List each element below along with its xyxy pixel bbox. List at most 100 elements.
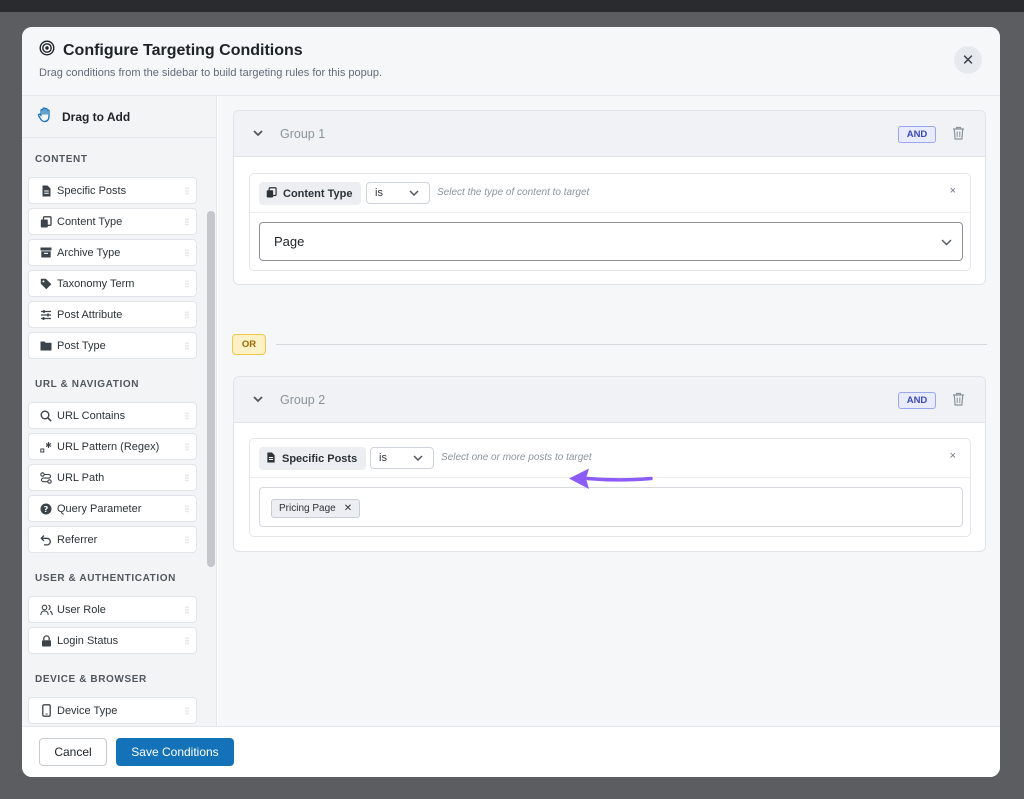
close-icon: ✕: [961, 52, 975, 69]
condition-taxonomy-term[interactable]: Taxonomy Term: [28, 270, 197, 297]
condition-label: Specific Posts: [57, 184, 127, 197]
condition-label: Post Attribute: [57, 308, 123, 321]
condition-referrer[interactable]: Referrer: [28, 526, 197, 553]
condition-label: URL Contains: [57, 409, 126, 422]
save-conditions-button[interactable]: Save Conditions: [116, 738, 234, 766]
trash-icon[interactable]: [952, 126, 965, 145]
operator-value: is: [379, 452, 387, 464]
condition-query-parameter[interactable]: ? Query Parameter: [28, 495, 197, 522]
cancel-button[interactable]: Cancel: [39, 738, 107, 766]
drag-handle-icon[interactable]: [185, 412, 189, 420]
content-type-select[interactable]: Page: [259, 222, 963, 261]
modal-footer: Cancel Save Conditions: [22, 726, 1000, 777]
undo-icon: [38, 534, 54, 546]
arrow-annotation-icon: [569, 468, 653, 489]
condition-type-label: Content Type: [283, 187, 353, 200]
regex-icon: [38, 441, 54, 453]
or-separator: OR: [232, 334, 987, 355]
users-icon: [38, 604, 54, 616]
conditions-sidebar: Drag to Add CONTENT Specific Posts Conte…: [22, 96, 217, 726]
drag-handle-icon[interactable]: [185, 474, 189, 482]
condition-device-type[interactable]: Device Type: [28, 697, 197, 724]
or-badge: OR: [232, 334, 266, 355]
trash-icon[interactable]: [952, 392, 965, 411]
selected-post-tag: Pricing Page ✕: [271, 499, 361, 518]
condition-group-1: Group 1 AND Content Type is Select the t…: [233, 110, 986, 285]
drag-handle-icon[interactable]: [185, 249, 189, 257]
drag-handle-icon[interactable]: [185, 443, 189, 451]
condition-url-contains[interactable]: URL Contains: [28, 402, 197, 429]
condition-label: Taxonomy Term: [57, 277, 135, 290]
condition-hint: Select the type of content to target: [437, 187, 590, 198]
drag-handle-icon[interactable]: [185, 187, 189, 195]
condition-group-2: Group 2 AND Specific Posts is Select one…: [233, 376, 986, 552]
drag-handle-icon[interactable]: [185, 707, 189, 715]
drag-handle-icon[interactable]: [185, 311, 189, 319]
targeting-modal: Configure Targeting Conditions Drag cond…: [22, 27, 1000, 777]
drag-handle-icon[interactable]: [185, 342, 189, 350]
remove-condition-button[interactable]: ×: [950, 450, 956, 462]
condition-label: Referrer: [57, 533, 98, 546]
section-url-label: URL & NAVIGATION: [35, 379, 140, 390]
remove-condition-button[interactable]: ×: [950, 185, 956, 197]
tag-label: Pricing Page: [279, 503, 336, 514]
condition-label: Archive Type: [57, 246, 121, 259]
modal-title: Configure Targeting Conditions: [63, 41, 303, 59]
condition-url-pattern[interactable]: URL Pattern (Regex): [28, 433, 197, 460]
drag-handle-icon[interactable]: [185, 280, 189, 288]
condition-url-path[interactable]: URL Path: [28, 464, 197, 491]
condition-specific-posts[interactable]: Specific Posts: [28, 177, 197, 204]
condition-content-type[interactable]: Content Type: [28, 208, 197, 235]
section-user-label: USER & AUTHENTICATION: [35, 573, 176, 584]
condition-post-type[interactable]: Post Type: [28, 332, 197, 359]
archive-icon: [38, 247, 54, 258]
and-logic-badge[interactable]: AND: [898, 126, 936, 143]
and-logic-badge[interactable]: AND: [898, 392, 936, 409]
modal-header: Configure Targeting Conditions Drag cond…: [22, 27, 1000, 96]
condition-row: Content Type is Select the type of conte…: [250, 174, 970, 213]
chevron-down-icon: [413, 455, 423, 462]
hand-icon: [36, 106, 54, 127]
chevron-down-icon[interactable]: [252, 392, 264, 410]
chevron-down-icon: [941, 239, 952, 246]
operator-value: is: [375, 187, 383, 199]
section-content-label: CONTENT: [35, 154, 88, 165]
condition-user-role[interactable]: User Role: [28, 596, 197, 623]
condition-label: Query Parameter: [57, 502, 142, 515]
condition-label: URL Path: [57, 471, 105, 484]
operator-select[interactable]: is: [366, 182, 430, 204]
condition-label: URL Pattern (Regex): [57, 440, 160, 453]
operator-select[interactable]: is: [370, 447, 434, 469]
condition-archive-type[interactable]: Archive Type: [28, 239, 197, 266]
condition-label: User Role: [57, 603, 106, 616]
drag-handle-icon[interactable]: [185, 505, 189, 513]
section-device-label: DEVICE & BROWSER: [35, 674, 147, 685]
drag-handle-icon[interactable]: [185, 536, 189, 544]
background-strip: [0, 0, 1024, 12]
sidebar-scrollbar[interactable]: [207, 211, 215, 567]
target-icon: [39, 40, 55, 61]
condition-hint: Select one or more posts to target: [441, 452, 592, 463]
modal-subtitle: Drag conditions from the sidebar to buil…: [39, 67, 383, 79]
mobile-icon: [38, 704, 54, 717]
condition-type-label: Specific Posts: [282, 452, 358, 465]
document-icon: [38, 185, 54, 197]
copy-icon: [266, 186, 277, 201]
content-type-value: Page: [274, 234, 305, 249]
close-button[interactable]: ✕: [954, 46, 982, 74]
condition-card: Content Type is Select the type of conte…: [249, 173, 971, 271]
group-header: Group 2 AND: [234, 377, 985, 423]
drag-handle-icon[interactable]: [185, 637, 189, 645]
condition-post-attribute[interactable]: Post Attribute: [28, 301, 197, 328]
condition-login-status[interactable]: Login Status: [28, 627, 197, 654]
route-icon: [38, 471, 54, 484]
condition-type-chip: Specific Posts: [259, 447, 367, 470]
drag-handle-icon[interactable]: [185, 606, 189, 614]
or-divider-line: [276, 344, 987, 345]
chevron-down-icon[interactable]: [252, 126, 264, 144]
document-icon: [266, 452, 276, 466]
folder-icon: [38, 340, 54, 351]
rules-canvas: Group 1 AND Content Type is Select the t…: [218, 96, 1000, 726]
drag-handle-icon[interactable]: [185, 218, 189, 226]
remove-tag-button[interactable]: ✕: [344, 503, 352, 514]
